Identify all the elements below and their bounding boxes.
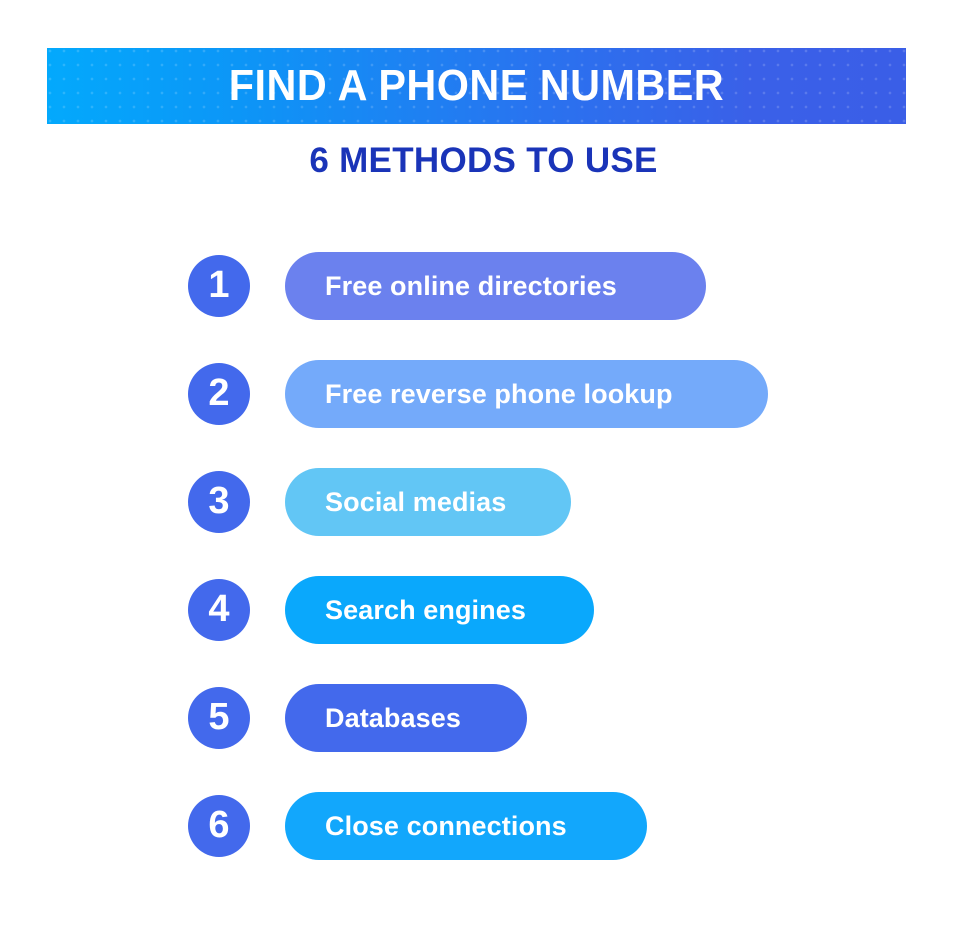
method-row: 1 Free online directories	[188, 252, 948, 320]
method-row: 6 Close connections	[188, 792, 948, 860]
method-label: Search engines	[325, 594, 526, 625]
infographic-canvas: FIND A PHONE NUMBER 6 METHODS TO USE 1 F…	[0, 0, 967, 930]
method-row: 2 Free reverse phone lookup	[188, 360, 948, 428]
method-pill-5[interactable]: Databases	[285, 684, 527, 752]
method-number-badge: 6	[188, 795, 250, 857]
method-number-badge: 4	[188, 579, 250, 641]
method-number-badge: 1	[188, 255, 250, 317]
method-pill-6[interactable]: Close connections	[285, 792, 647, 860]
methods-list: 1 Free online directories 2 Free reverse…	[188, 252, 948, 900]
method-row: 4 Search engines	[188, 576, 948, 644]
method-pill-1[interactable]: Free online directories	[285, 252, 706, 320]
method-label: Databases	[325, 702, 461, 733]
method-pill-2[interactable]: Free reverse phone lookup	[285, 360, 768, 428]
method-label: Free online directories	[325, 270, 617, 301]
method-label: Social medias	[325, 486, 507, 517]
method-row: 3 Social medias	[188, 468, 948, 536]
method-number-badge: 3	[188, 471, 250, 533]
subtitle: 6 METHODS TO USE	[309, 141, 658, 180]
method-label: Close connections	[325, 810, 567, 841]
method-row: 5 Databases	[188, 684, 948, 752]
method-pill-4[interactable]: Search engines	[285, 576, 594, 644]
page-title: FIND A PHONE NUMBER	[228, 61, 725, 110]
method-number-badge: 5	[188, 687, 250, 749]
method-number-badge: 2	[188, 363, 250, 425]
method-pill-3[interactable]: Social medias	[285, 468, 571, 536]
method-label: Free reverse phone lookup	[325, 378, 673, 409]
header-banner: FIND A PHONE NUMBER	[47, 48, 906, 124]
